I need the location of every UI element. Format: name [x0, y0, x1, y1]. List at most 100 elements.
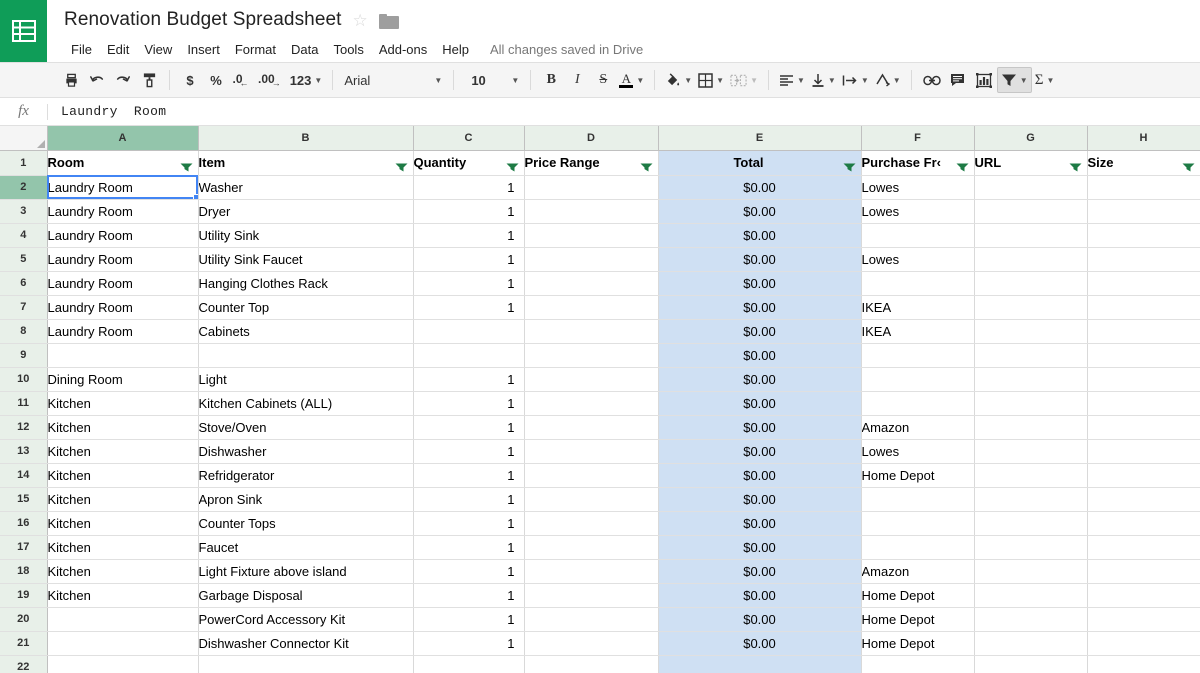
cell-size[interactable] [1087, 391, 1200, 415]
row-header-17[interactable]: 17 [0, 535, 47, 559]
cell-purchase-from[interactable] [861, 655, 974, 673]
merge-cells-icon[interactable]: ▼ [727, 67, 761, 93]
cell-purchase-from[interactable] [861, 511, 974, 535]
cell-size[interactable] [1087, 247, 1200, 271]
currency-format-button[interactable]: $ [177, 67, 203, 93]
cell-purchase-from[interactable] [861, 223, 974, 247]
cell-quantity[interactable] [413, 319, 524, 343]
comment-icon[interactable] [945, 67, 971, 93]
cell-room[interactable]: Laundry Room [47, 175, 198, 199]
cell-price-range[interactable] [524, 247, 658, 271]
cell-purchase-from[interactable]: Lowes [861, 247, 974, 271]
cell-quantity[interactable]: 1 [413, 391, 524, 415]
cell-price-range[interactable] [524, 199, 658, 223]
cell-url[interactable] [974, 535, 1087, 559]
cell-url[interactable] [974, 631, 1087, 655]
cell-price-range[interactable] [524, 559, 658, 583]
italic-button[interactable]: I [564, 67, 590, 93]
cell-url[interactable] [974, 343, 1087, 367]
cell-item[interactable]: Faucet [198, 535, 413, 559]
cell-url[interactable] [974, 415, 1087, 439]
cell-size[interactable] [1087, 463, 1200, 487]
header-cell-total[interactable]: Total [658, 150, 861, 175]
cell-room[interactable]: Laundry Room [47, 271, 198, 295]
column-header-b[interactable]: B [198, 126, 413, 150]
cell-total[interactable] [658, 655, 861, 673]
cell-url[interactable] [974, 559, 1087, 583]
menu-item-tools[interactable]: Tools [326, 39, 370, 60]
select-all-corner[interactable] [0, 126, 47, 150]
cell-room[interactable]: Kitchen [47, 439, 198, 463]
paint-format-icon[interactable] [136, 67, 162, 93]
cell-size[interactable] [1087, 631, 1200, 655]
cell-price-range[interactable] [524, 583, 658, 607]
vertical-align-icon[interactable]: ▼ [808, 67, 839, 93]
header-cell-item[interactable]: Item [198, 150, 413, 175]
fill-color-icon[interactable]: ▼ [662, 67, 695, 93]
column-header-e[interactable]: E [658, 126, 861, 150]
cell-total[interactable]: $0.00 [658, 511, 861, 535]
row-header-1[interactable]: 1 [0, 150, 47, 175]
cell-total[interactable]: $0.00 [658, 559, 861, 583]
cell-quantity[interactable]: 1 [413, 367, 524, 391]
column-header-c[interactable]: C [413, 126, 524, 150]
menu-item-data[interactable]: Data [284, 39, 325, 60]
cell-size[interactable] [1087, 199, 1200, 223]
star-outline-icon[interactable]: ☆ [353, 12, 368, 29]
menu-item-help[interactable]: Help [435, 39, 476, 60]
undo-icon[interactable] [84, 67, 110, 93]
cell-quantity[interactable]: 1 [413, 511, 524, 535]
more-formats-button[interactable]: 123▼ [287, 67, 326, 93]
cell-item[interactable]: Utility Sink Faucet [198, 247, 413, 271]
filter-icon[interactable] [956, 157, 969, 168]
row-header-5[interactable]: 5 [0, 247, 47, 271]
filter-icon[interactable] [395, 157, 408, 168]
cell-item[interactable]: Light Fixture above island [198, 559, 413, 583]
cell-total[interactable]: $0.00 [658, 487, 861, 511]
row-header-2[interactable]: 2 [0, 175, 47, 199]
cell-price-range[interactable] [524, 655, 658, 673]
cell-price-range[interactable] [524, 511, 658, 535]
cell-item[interactable]: Refridgerator [198, 463, 413, 487]
cell-room[interactable]: Kitchen [47, 535, 198, 559]
cell-url[interactable] [974, 463, 1087, 487]
cell-room[interactable]: Laundry Room [47, 295, 198, 319]
cell-size[interactable] [1087, 319, 1200, 343]
cell-quantity[interactable] [413, 343, 524, 367]
cell-quantity[interactable]: 1 [413, 463, 524, 487]
cell-url[interactable] [974, 295, 1087, 319]
cell-room[interactable] [47, 631, 198, 655]
cell-quantity[interactable]: 1 [413, 535, 524, 559]
header-cell-url[interactable]: URL [974, 150, 1087, 175]
cell-item[interactable]: Dishwasher Connector Kit [198, 631, 413, 655]
header-cell-quantity[interactable]: Quantity [413, 150, 524, 175]
print-icon[interactable] [58, 67, 84, 93]
cell-room[interactable]: Laundry Room [47, 199, 198, 223]
cell-purchase-from[interactable] [861, 271, 974, 295]
cell-room[interactable]: Kitchen [47, 583, 198, 607]
row-header-21[interactable]: 21 [0, 631, 47, 655]
cell-quantity[interactable]: 1 [413, 223, 524, 247]
cell-url[interactable] [974, 199, 1087, 223]
cell-price-range[interactable] [524, 415, 658, 439]
cell-size[interactable] [1087, 295, 1200, 319]
text-rotation-icon[interactable]: ▼ [872, 67, 904, 93]
column-header-h[interactable]: H [1087, 126, 1200, 150]
cell-url[interactable] [974, 247, 1087, 271]
cell-url[interactable] [974, 319, 1087, 343]
cell-item[interactable]: Stove/Oven [198, 415, 413, 439]
cell-purchase-from[interactable] [861, 535, 974, 559]
text-color-button[interactable]: A ▼ [616, 67, 647, 93]
cell-price-range[interactable] [524, 487, 658, 511]
cell-total[interactable]: $0.00 [658, 247, 861, 271]
cell-room[interactable] [47, 343, 198, 367]
row-header-18[interactable]: 18 [0, 559, 47, 583]
column-header-a[interactable]: A [47, 126, 198, 150]
cell-price-range[interactable] [524, 535, 658, 559]
cell-total[interactable]: $0.00 [658, 415, 861, 439]
text-wrap-icon[interactable]: ▼ [839, 67, 872, 93]
cell-quantity[interactable]: 1 [413, 271, 524, 295]
cell-size[interactable] [1087, 415, 1200, 439]
row-header-13[interactable]: 13 [0, 439, 47, 463]
cell-size[interactable] [1087, 559, 1200, 583]
